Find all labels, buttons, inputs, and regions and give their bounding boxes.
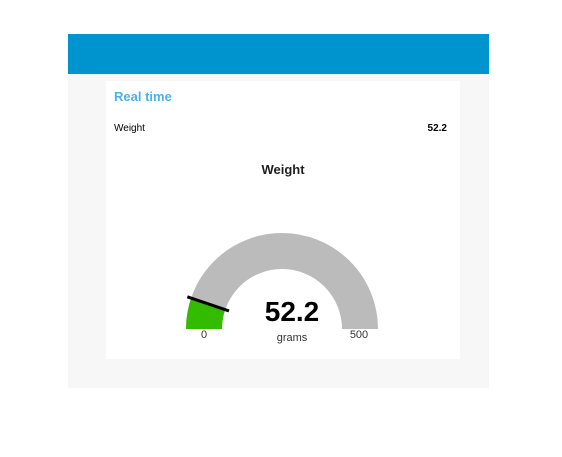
gauge-fill [186,298,226,330]
weight-text-widget: Weight 52.2 [114,123,450,137]
weight-gauge: 52.2 grams 0 500 [106,211,460,351]
gauge-value: 52.2 [264,296,320,327]
weight-text-label: Weight [114,123,145,134]
group-card: Real time Weight 52.2 Weight 52.2 grams … [106,81,460,359]
weight-text-value: 52.2 [427,123,447,134]
dashboard-window: Real time Weight 52.2 Weight 52.2 grams … [68,34,489,388]
gauge-units: grams [276,332,308,344]
group-title: Real time [114,89,172,104]
gauge-svg [186,233,378,330]
gauge-min-label: 0 [200,329,208,341]
gauge-title: Weight [261,162,305,177]
gauge-max-label: 500 [349,329,369,341]
dashboard-header-bar [68,34,489,74]
